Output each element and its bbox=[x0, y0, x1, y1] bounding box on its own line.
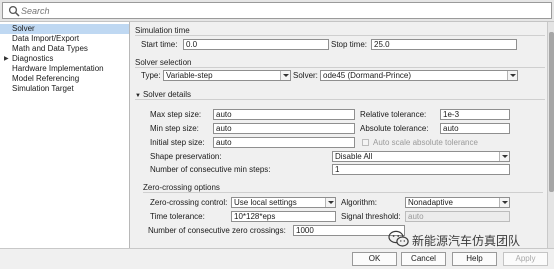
solver-dropdown[interactable]: ode45 (Dormand-Prince) bbox=[320, 70, 518, 81]
absolute-tolerance-field[interactable]: auto bbox=[440, 123, 510, 134]
tree-item-model-referencing[interactable]: Model Referencing bbox=[0, 74, 129, 84]
tree-item-label: Hardware Implementation bbox=[12, 64, 104, 73]
solver-settings-panel: Simulation time Start time: 0.0 Stop tim… bbox=[131, 22, 547, 248]
tree-item-label: Model Referencing bbox=[12, 74, 80, 83]
time-tolerance-label: Time tolerance: bbox=[150, 212, 205, 221]
divider bbox=[135, 99, 545, 100]
vertical-scrollbar[interactable] bbox=[547, 22, 554, 248]
relative-tolerance-label: Relative tolerance: bbox=[360, 110, 427, 119]
tree-item-hardware-implementation[interactable]: Hardware Implementation bbox=[0, 64, 129, 74]
divider bbox=[143, 192, 543, 193]
max-step-size-field[interactable]: auto bbox=[213, 109, 355, 120]
signal-threshold-field: auto bbox=[405, 211, 510, 222]
divider bbox=[135, 35, 545, 36]
min-step-size-field[interactable]: auto bbox=[213, 123, 355, 134]
search-icon bbox=[8, 5, 20, 17]
tree-item-solver[interactable]: Solver bbox=[0, 24, 129, 34]
auto-scale-checkbox[interactable] bbox=[362, 139, 369, 146]
divider bbox=[135, 67, 545, 68]
max-step-size-label: Max step size: bbox=[150, 110, 202, 119]
search-bar bbox=[0, 0, 554, 22]
tree-item-label: Data Import/Export bbox=[12, 34, 80, 43]
section-title-simulation-time: Simulation time bbox=[135, 26, 190, 35]
relative-tolerance-field[interactable]: 1e-3 bbox=[440, 109, 510, 120]
stop-time-field[interactable]: 25.0 bbox=[371, 39, 517, 50]
solver-type-dropdown[interactable]: Variable-step bbox=[163, 70, 291, 81]
tree-item-label: Solver bbox=[12, 24, 35, 33]
signal-threshold-label: Signal threshold: bbox=[341, 212, 401, 221]
watermark: 新能源汽车仿真团队 bbox=[388, 230, 546, 248]
wechat-logo-icon bbox=[388, 230, 409, 247]
section-title-solver-selection: Solver selection bbox=[135, 58, 192, 67]
zero-crossing-control-dropdown[interactable]: Use local settings bbox=[231, 197, 336, 208]
consecutive-min-steps-field[interactable]: 1 bbox=[332, 164, 510, 175]
stop-time-label: Stop time: bbox=[331, 40, 368, 49]
config-tree: Solver Data Import/Export Math and Data … bbox=[0, 22, 130, 269]
shape-preservation-value: Disable All bbox=[335, 152, 373, 161]
tree-item-diagnostics[interactable]: ▶ Diagnostics bbox=[0, 54, 129, 64]
shape-preservation-label: Shape preservation: bbox=[150, 152, 222, 161]
watermark-text: 新能源汽车仿真团队 bbox=[412, 234, 521, 248]
algorithm-dropdown[interactable]: Nonadaptive bbox=[405, 197, 510, 208]
chevron-down-icon[interactable] bbox=[499, 152, 509, 161]
chevron-down-icon[interactable] bbox=[499, 198, 509, 207]
chevron-down-icon[interactable] bbox=[507, 71, 517, 80]
section-title-zero-crossing: Zero-crossing options bbox=[143, 183, 220, 192]
tree-item-data-import-export[interactable]: Data Import/Export bbox=[0, 34, 129, 44]
auto-scale-label: Auto scale absolute tolerance bbox=[373, 138, 478, 147]
help-button[interactable]: Help bbox=[452, 252, 497, 266]
section-header-solver-details[interactable]: ▼ Solver details bbox=[135, 90, 191, 99]
tree-item-label: Diagnostics bbox=[12, 54, 54, 63]
consecutive-zero-crossings-label: Number of consecutive zero crossings: bbox=[148, 226, 286, 235]
section-title-solver-details: Solver details bbox=[142, 90, 191, 99]
search-box[interactable] bbox=[2, 2, 552, 19]
initial-step-size-label: Initial step size: bbox=[150, 138, 205, 147]
search-input[interactable] bbox=[21, 3, 541, 18]
apply-button[interactable]: Apply bbox=[503, 252, 548, 266]
zero-crossing-control-label: Zero-crossing control: bbox=[150, 198, 228, 207]
algorithm-value: Nonadaptive bbox=[408, 198, 453, 207]
solver-value: ode45 (Dormand-Prince) bbox=[323, 71, 412, 80]
initial-step-size-field[interactable]: auto bbox=[213, 137, 355, 148]
tree-item-math-data-types[interactable]: Math and Data Types bbox=[0, 44, 129, 54]
ok-button[interactable]: OK bbox=[352, 252, 397, 266]
algorithm-label: Algorithm: bbox=[341, 198, 378, 207]
expand-arrow-icon[interactable]: ▶ bbox=[4, 54, 9, 64]
start-time-field[interactable]: 0.0 bbox=[183, 39, 329, 50]
zero-crossing-control-value: Use local settings bbox=[234, 198, 297, 207]
min-step-size-label: Min step size: bbox=[150, 124, 199, 133]
chevron-down-icon[interactable] bbox=[280, 71, 290, 80]
chevron-down-icon[interactable] bbox=[325, 198, 335, 207]
scrollbar-thumb[interactable] bbox=[549, 32, 554, 192]
tree-item-simulation-target[interactable]: Simulation Target bbox=[0, 84, 129, 94]
cancel-button[interactable]: Cancel bbox=[401, 252, 446, 266]
shape-preservation-dropdown[interactable]: Disable All bbox=[332, 151, 510, 162]
solver-type-label: Type: bbox=[141, 71, 161, 80]
consecutive-min-steps-label: Number of consecutive min steps: bbox=[150, 165, 271, 174]
absolute-tolerance-label: Absolute tolerance: bbox=[360, 124, 429, 133]
time-tolerance-field[interactable]: 10*128*eps bbox=[231, 211, 336, 222]
solver-type-value: Variable-step bbox=[166, 71, 213, 80]
tree-item-label: Math and Data Types bbox=[12, 44, 88, 53]
start-time-label: Start time: bbox=[141, 40, 178, 49]
solver-label: Solver: bbox=[293, 71, 318, 80]
dialog-button-bar: OK Cancel Help Apply bbox=[0, 248, 554, 269]
tree-item-label: Simulation Target bbox=[12, 84, 74, 93]
